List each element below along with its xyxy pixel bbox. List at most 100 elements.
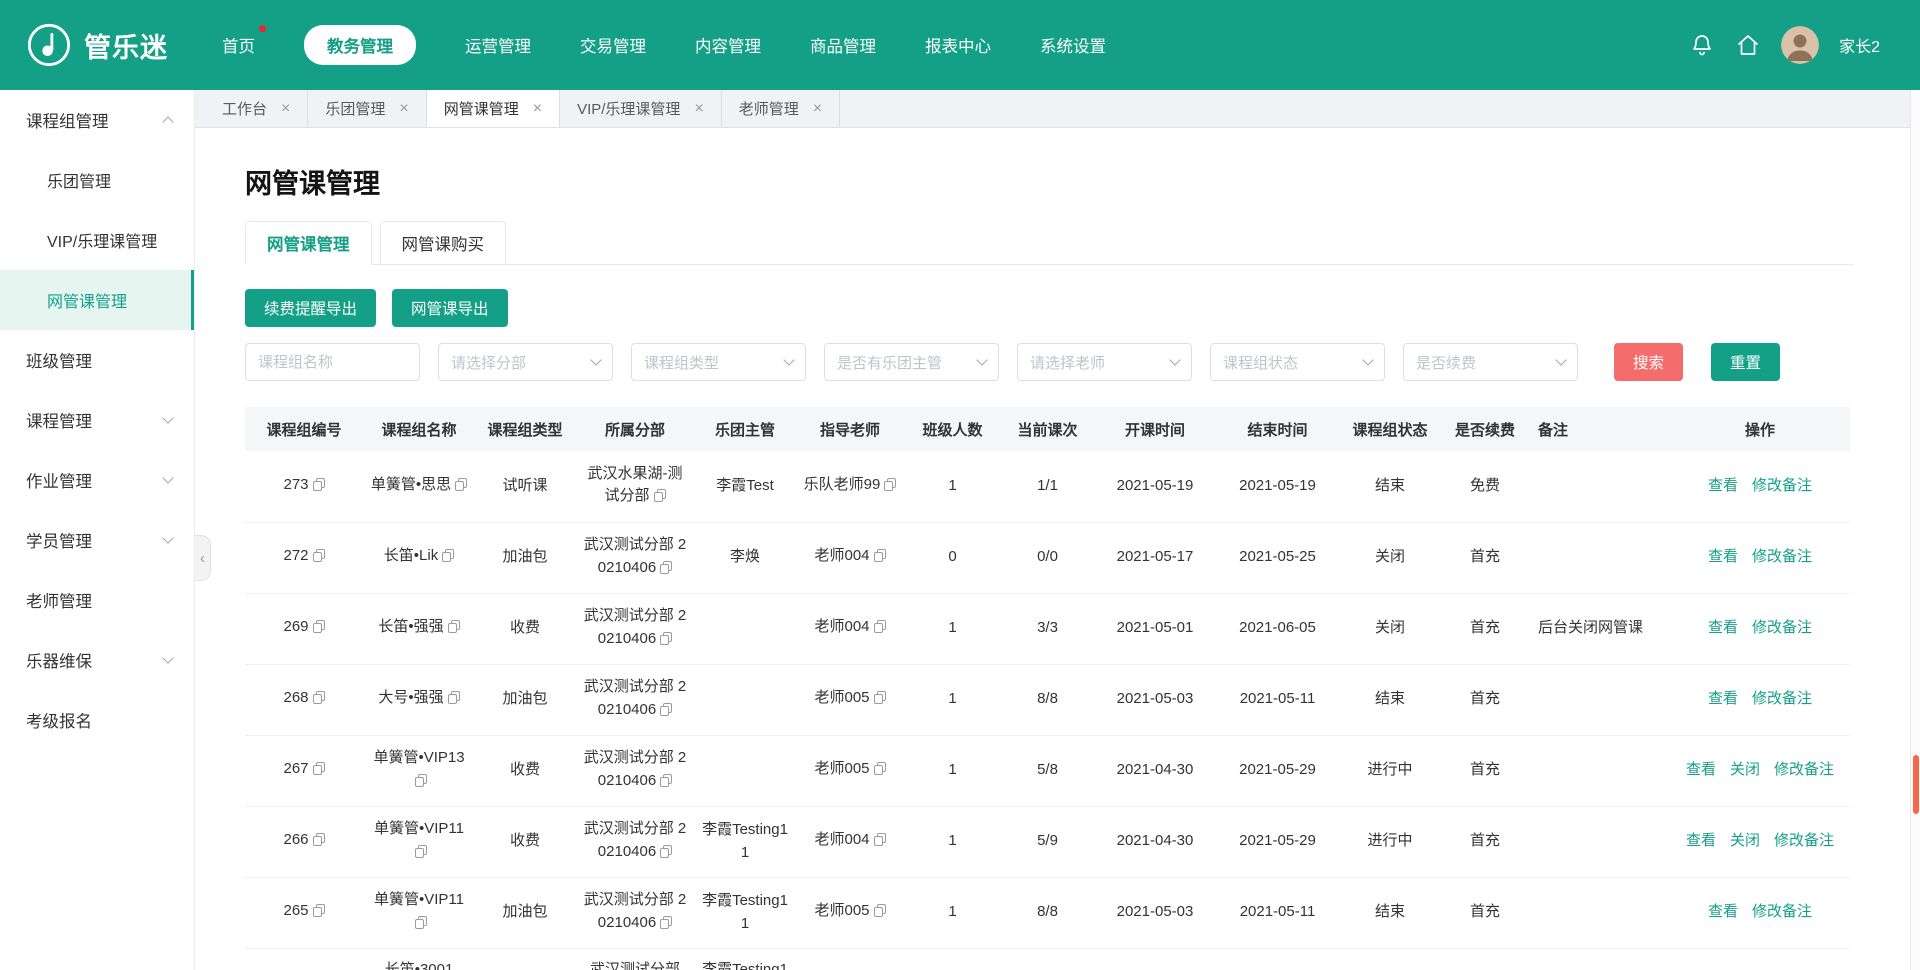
copy-icon[interactable] <box>313 547 325 570</box>
copy-icon[interactable] <box>313 689 325 712</box>
workspace-tab-band-management[interactable]: 乐团管理 × <box>308 90 426 127</box>
copy-icon[interactable] <box>415 843 427 866</box>
action-view[interactable]: 查看 <box>1708 619 1738 636</box>
sidebar-group-instrument-maintenance[interactable]: 乐器维保 <box>0 630 194 690</box>
nav-item-system-settings[interactable]: 系统设置 <box>1040 33 1106 57</box>
has-band-manager-select[interactable]: 是否有乐团主管 <box>824 343 999 381</box>
close-icon[interactable]: × <box>533 101 542 117</box>
cell-start-date: 2021-05-01 <box>1095 593 1215 664</box>
action-close[interactable]: 关闭 <box>1730 832 1760 849</box>
sidebar-item-class-management[interactable]: 班级管理 <box>0 330 194 390</box>
workspace-tab-workbench[interactable]: 工作台 × <box>205 90 308 127</box>
sidebar-group-course-group-management[interactable]: 课程组管理 <box>0 90 194 150</box>
branch-select[interactable]: 请选择分部 <box>438 343 613 381</box>
action-view[interactable]: 查看 <box>1708 548 1738 565</box>
table-row: 269 长笛•强强 收费 武汉测试分部 20210406 老师004 1 3/3… <box>245 593 1850 664</box>
user-name[interactable]: 家长2 <box>1839 33 1880 57</box>
copy-icon[interactable] <box>313 902 325 925</box>
cell-course-group-type: 试听课 <box>475 451 575 522</box>
sidebar-collapse-handle[interactable]: ‹ <box>195 535 211 581</box>
home-icon[interactable] <box>1735 32 1761 58</box>
action-edit-remark[interactable]: 修改备注 <box>1774 761 1834 778</box>
online-class-export-button[interactable]: 网管课导出 <box>392 289 508 327</box>
sidebar-item-exam-registration[interactable]: 考级报名 <box>0 690 194 750</box>
sidebar-item-vip-theory-management[interactable]: VIP/乐理课管理 <box>0 210 194 270</box>
copy-icon[interactable] <box>654 487 666 510</box>
nav-item-product-management[interactable]: 商品管理 <box>810 33 876 57</box>
action-edit-remark[interactable]: 修改备注 <box>1752 619 1812 636</box>
course-group-status-select[interactable]: 课程组状态 <box>1210 343 1385 381</box>
close-icon[interactable]: × <box>281 101 290 117</box>
action-view[interactable]: 查看 <box>1708 690 1738 707</box>
user-avatar[interactable] <box>1781 26 1819 64</box>
copy-icon[interactable] <box>313 760 325 783</box>
subtab-online-class-management[interactable]: 网管课管理 <box>245 221 372 265</box>
copy-icon[interactable] <box>874 831 886 854</box>
close-icon[interactable]: × <box>694 101 703 117</box>
workspace-tab-vip-theory-management[interactable]: VIP/乐理课管理 × <box>560 90 722 127</box>
subtab-online-class-purchase[interactable]: 网管课购买 <box>380 221 507 265</box>
vertical-scrollbar[interactable] <box>1910 90 1920 970</box>
action-view[interactable]: 查看 <box>1708 477 1738 494</box>
copy-icon[interactable] <box>884 476 896 499</box>
copy-icon[interactable] <box>660 701 672 724</box>
workspace-tab-teacher-management[interactable]: 老师管理 × <box>722 90 840 127</box>
copy-icon[interactable] <box>660 843 672 866</box>
renewal-select[interactable]: 是否续费 <box>1403 343 1578 381</box>
nav-item-report-center[interactable]: 报表中心 <box>925 33 991 57</box>
workspace-tab-online-class-management[interactable]: 网管课管理 × <box>427 90 560 127</box>
copy-icon[interactable] <box>660 559 672 582</box>
cell-start-date: 2021-04-30 <box>1095 806 1215 877</box>
search-button[interactable]: 搜索 <box>1614 343 1683 381</box>
sidebar-item-teacher-management[interactable]: 老师管理 <box>0 570 194 630</box>
action-close[interactable]: 关闭 <box>1730 761 1760 778</box>
nav-item-content-management[interactable]: 内容管理 <box>695 33 761 57</box>
course-group-type-select[interactable]: 课程组类型 <box>631 343 806 381</box>
copy-icon[interactable] <box>313 618 325 641</box>
sidebar-group-homework-management[interactable]: 作业管理 <box>0 450 194 510</box>
sidebar-group-course-management[interactable]: 课程管理 <box>0 390 194 450</box>
nav-item-operations-management[interactable]: 运营管理 <box>465 33 531 57</box>
copy-icon[interactable] <box>874 547 886 570</box>
copy-icon[interactable] <box>874 760 886 783</box>
copy-icon[interactable] <box>415 914 427 937</box>
action-edit-remark[interactable]: 修改备注 <box>1752 690 1812 707</box>
action-edit-remark[interactable]: 修改备注 <box>1752 548 1812 565</box>
scrollbar-thumb[interactable] <box>1913 755 1919 814</box>
copy-icon[interactable] <box>874 618 886 641</box>
renewal-reminder-export-button[interactable]: 续费提醒导出 <box>245 289 376 327</box>
copy-icon[interactable] <box>313 831 325 854</box>
nav-item-academic-management[interactable]: 教务管理 <box>304 25 416 65</box>
action-view[interactable]: 查看 <box>1686 832 1716 849</box>
nav-item-home[interactable]: 首页 <box>222 33 255 57</box>
reset-button[interactable]: 重置 <box>1711 343 1780 381</box>
action-edit-remark[interactable]: 修改备注 <box>1774 832 1834 849</box>
nav-item-transaction-management[interactable]: 交易管理 <box>580 33 646 57</box>
copy-icon[interactable] <box>874 902 886 925</box>
copy-icon[interactable] <box>660 914 672 937</box>
copy-icon[interactable] <box>660 630 672 653</box>
action-view[interactable]: 查看 <box>1708 903 1738 920</box>
chevron-down-icon <box>1555 354 1566 365</box>
copy-icon[interactable] <box>660 772 672 795</box>
course-group-name-input[interactable] <box>245 343 420 381</box>
sidebar-item-online-class-management[interactable]: 网管课管理 <box>0 270 194 330</box>
copy-icon[interactable] <box>455 476 467 499</box>
cell-class-size: 1 <box>905 877 1000 948</box>
bell-icon[interactable] <box>1689 32 1715 58</box>
sidebar-item-band-management[interactable]: 乐团管理 <box>0 150 194 210</box>
teacher-select[interactable]: 请选择老师 <box>1017 343 1192 381</box>
brand-logo[interactable]: 管乐迷 <box>26 22 168 68</box>
action-edit-remark[interactable]: 修改备注 <box>1752 477 1812 494</box>
action-view[interactable]: 查看 <box>1686 761 1716 778</box>
copy-icon[interactable] <box>874 689 886 712</box>
sidebar-group-student-management[interactable]: 学员管理 <box>0 510 194 570</box>
action-edit-remark[interactable]: 修改备注 <box>1752 903 1812 920</box>
copy-icon[interactable] <box>442 547 454 570</box>
copy-icon[interactable] <box>313 476 325 499</box>
close-icon[interactable]: × <box>399 101 408 117</box>
copy-icon[interactable] <box>448 689 460 712</box>
copy-icon[interactable] <box>415 772 427 795</box>
copy-icon[interactable] <box>448 618 460 641</box>
close-icon[interactable]: × <box>813 101 822 117</box>
